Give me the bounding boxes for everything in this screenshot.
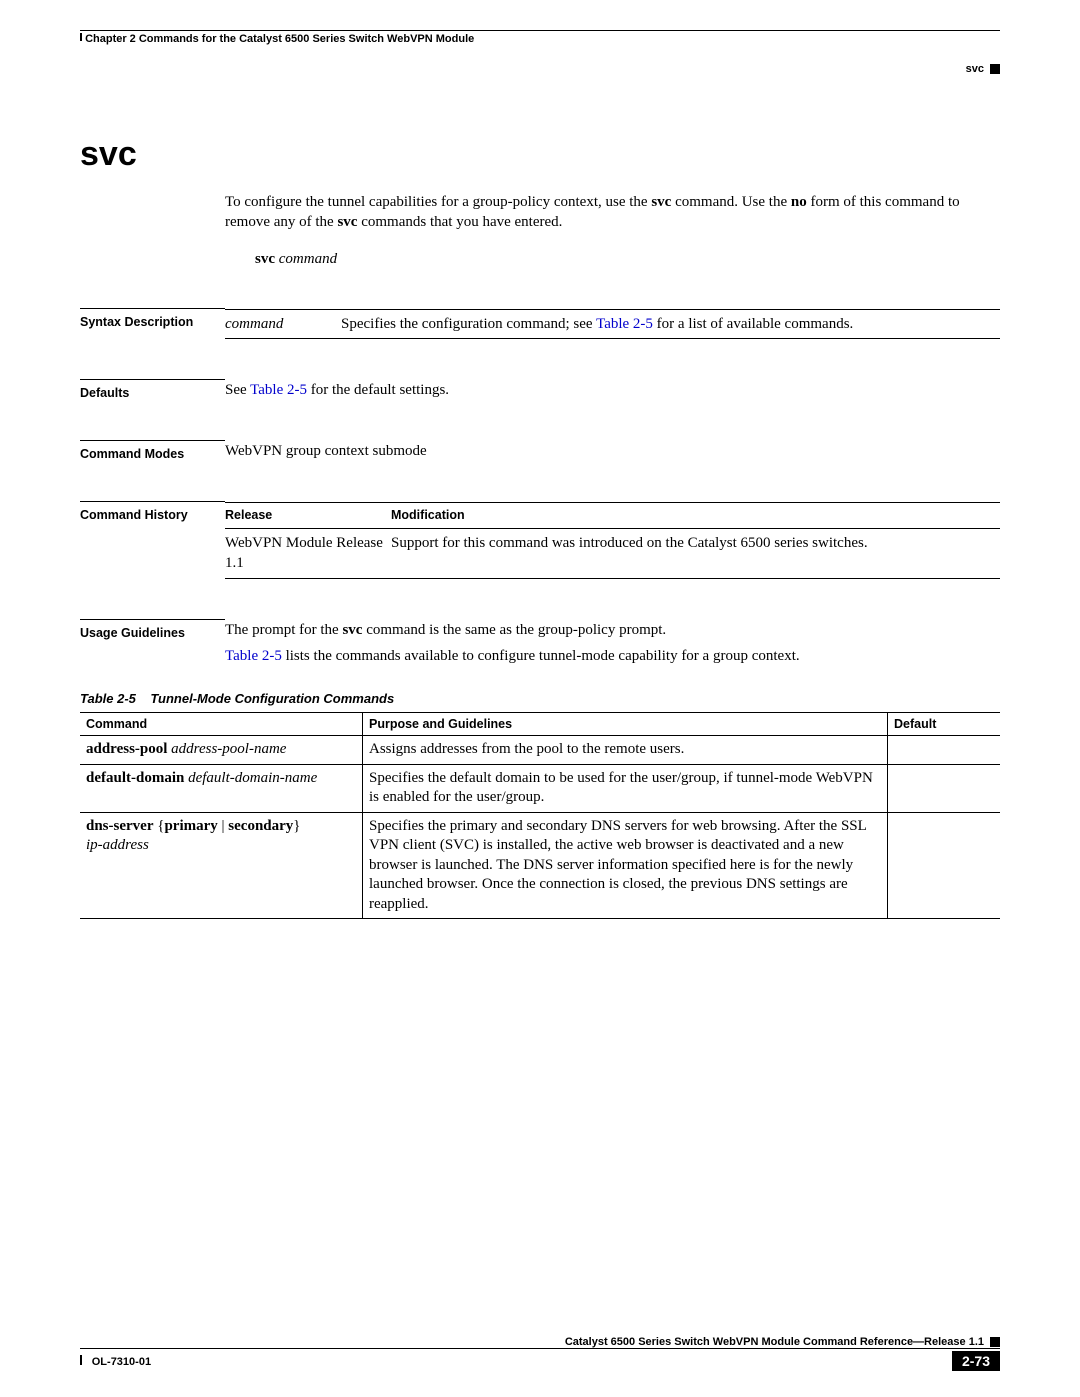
syntax-line: svc command bbox=[255, 251, 1000, 268]
link-table-2-5[interactable]: Table 2-5 bbox=[596, 316, 653, 332]
table-row: address-pool address-pool-name Assigns a… bbox=[80, 736, 1000, 765]
page-header: Chapter 2 Commands for the Catalyst 6500… bbox=[80, 30, 1000, 75]
marker-icon bbox=[990, 1337, 1000, 1347]
cell-default bbox=[888, 812, 1001, 919]
marker-icon bbox=[990, 64, 1000, 74]
page-number-badge: 2-73 bbox=[952, 1351, 1000, 1371]
header-chapter-text: Chapter 2 Commands for the Catalyst 6500… bbox=[85, 33, 474, 45]
footer-book-title: Catalyst 6500 Series Switch WebVPN Modul… bbox=[565, 1336, 984, 1348]
footer-docnum-wrap: OL-7310-01 bbox=[80, 1353, 151, 1370]
header-topic-text: svc bbox=[966, 63, 984, 75]
table-row: default-domain default-domain-name Speci… bbox=[80, 764, 1000, 812]
cell-command: dns-server {primary | secondary} ip-addr… bbox=[80, 812, 363, 919]
label-command-modes: Command Modes bbox=[80, 441, 225, 461]
cell-default bbox=[888, 764, 1001, 812]
syntax-desc: Specifies the configuration command; see… bbox=[341, 309, 1000, 338]
table-caption: Table 2-5 Tunnel-Mode Configuration Comm… bbox=[80, 691, 1000, 706]
command-modes-content: WebVPN group context submode bbox=[225, 441, 1000, 461]
section-syntax-description: Syntax Description command Specifies the… bbox=[80, 308, 1000, 339]
label-syntax-description: Syntax Description bbox=[80, 309, 225, 329]
defaults-content: See Table 2-5 for the default settings. bbox=[225, 380, 1000, 400]
label-command-history: Command History bbox=[80, 502, 225, 522]
table-row: dns-server {primary | secondary} ip-addr… bbox=[80, 812, 1000, 919]
syntax-table: command Specifies the configuration comm… bbox=[225, 309, 1000, 339]
history-header-release: Release bbox=[225, 503, 391, 529]
cell-purpose: Assigns addresses from the pool to the r… bbox=[363, 736, 888, 765]
footer-docnum: OL-7310-01 bbox=[86, 1356, 151, 1368]
th-purpose: Purpose and Guidelines bbox=[363, 713, 888, 736]
cell-purpose: Specifies the default domain to be used … bbox=[363, 764, 888, 812]
page-title: svc bbox=[80, 135, 1000, 174]
section-command-modes: Command Modes WebVPN group context submo… bbox=[80, 440, 1000, 461]
cell-purpose: Specifies the primary and secondary DNS … bbox=[363, 812, 888, 919]
tunnel-mode-commands-table: Command Purpose and Guidelines Default a… bbox=[80, 712, 1000, 919]
history-header-modification: Modification bbox=[391, 503, 1000, 529]
history-modification: Support for this command was introduced … bbox=[391, 529, 1000, 579]
th-default: Default bbox=[888, 713, 1001, 736]
section-command-history: Command History Release Modification Web… bbox=[80, 501, 1000, 578]
page: Chapter 2 Commands for the Catalyst 6500… bbox=[0, 0, 1080, 1397]
page-footer: Catalyst 6500 Series Switch WebVPN Modul… bbox=[80, 1334, 1000, 1371]
label-usage-guidelines: Usage Guidelines bbox=[80, 620, 225, 640]
link-table-2-5[interactable]: Table 2-5 bbox=[250, 382, 307, 398]
link-table-2-5[interactable]: Table 2-5 bbox=[225, 648, 282, 664]
label-defaults: Defaults bbox=[80, 380, 225, 400]
section-defaults: Defaults See Table 2-5 for the default s… bbox=[80, 379, 1000, 400]
cell-default bbox=[888, 736, 1001, 765]
usage-content: The prompt for the svc command is the sa… bbox=[225, 620, 1000, 667]
th-command: Command bbox=[80, 713, 363, 736]
header-chapter: Chapter 2 Commands for the Catalyst 6500… bbox=[80, 33, 474, 45]
history-release: WebVPN Module Release 1.1 bbox=[225, 529, 391, 579]
section-usage-guidelines: Usage Guidelines The prompt for the svc … bbox=[80, 619, 1000, 667]
intro-paragraph: To configure the tunnel capabilities for… bbox=[225, 192, 1000, 233]
syntax-param: command bbox=[225, 309, 341, 338]
cell-command: default-domain default-domain-name bbox=[80, 764, 363, 812]
cell-command: address-pool address-pool-name bbox=[80, 736, 363, 765]
header-topic: svc bbox=[966, 63, 1000, 75]
history-table: Release Modification WebVPN Module Relea… bbox=[225, 502, 1000, 578]
